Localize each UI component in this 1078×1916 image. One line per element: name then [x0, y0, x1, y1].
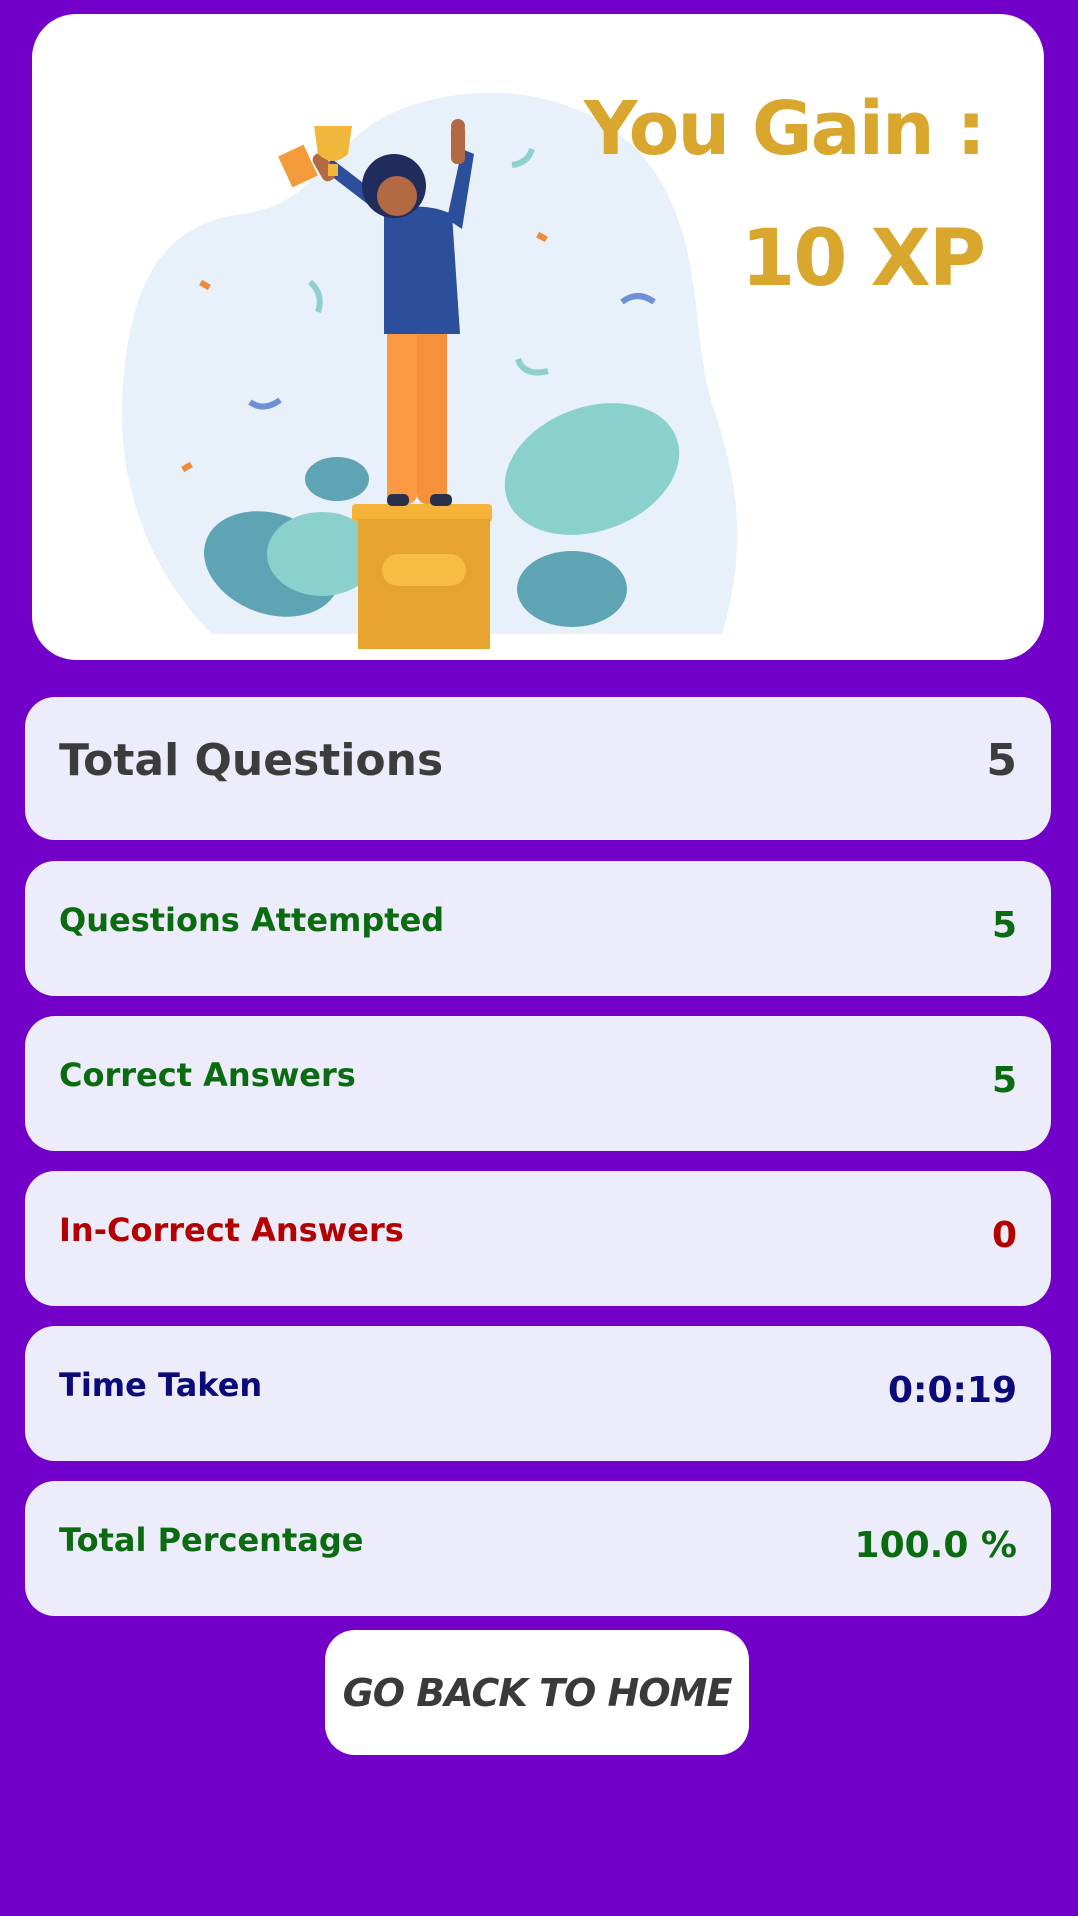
stat-value: 5 [986, 735, 1017, 786]
stat-value: 5 [991, 1060, 1017, 1101]
stat-row-time-taken: Time Taken 0:0:19 [25, 1326, 1051, 1461]
stat-value: 0:0:19 [888, 1370, 1017, 1411]
stat-label: Questions Attempted [59, 901, 445, 939]
stat-label: Total Percentage [59, 1521, 364, 1559]
stat-row-total-questions: Total Questions 5 [25, 697, 1051, 840]
stat-row-total-percentage: Total Percentage 100.0 % [25, 1481, 1051, 1616]
stat-label: Time Taken [59, 1366, 263, 1404]
result-hero-card: You Gain : 10 XP [32, 14, 1044, 660]
stat-label: Correct Answers [59, 1056, 356, 1094]
stat-row-correct-answers: Correct Answers 5 [25, 1016, 1051, 1151]
stat-value: 5 [991, 905, 1017, 946]
stat-row-incorrect-answers: In-Correct Answers 0 [25, 1171, 1051, 1306]
go-back-home-label: GO BACK TO HOME [342, 1670, 733, 1715]
stat-label: Total Questions [59, 735, 444, 786]
stat-value: 100.0 % [854, 1525, 1017, 1566]
stat-value: 0 [991, 1215, 1017, 1256]
reward-xp: 10 XP [740, 214, 986, 304]
reward-title: You Gain : [583, 86, 986, 172]
stat-label: In-Correct Answers [59, 1211, 404, 1249]
stat-row-questions-attempted: Questions Attempted 5 [25, 861, 1051, 996]
go-back-home-button[interactable]: GO BACK TO HOME [325, 1630, 749, 1755]
